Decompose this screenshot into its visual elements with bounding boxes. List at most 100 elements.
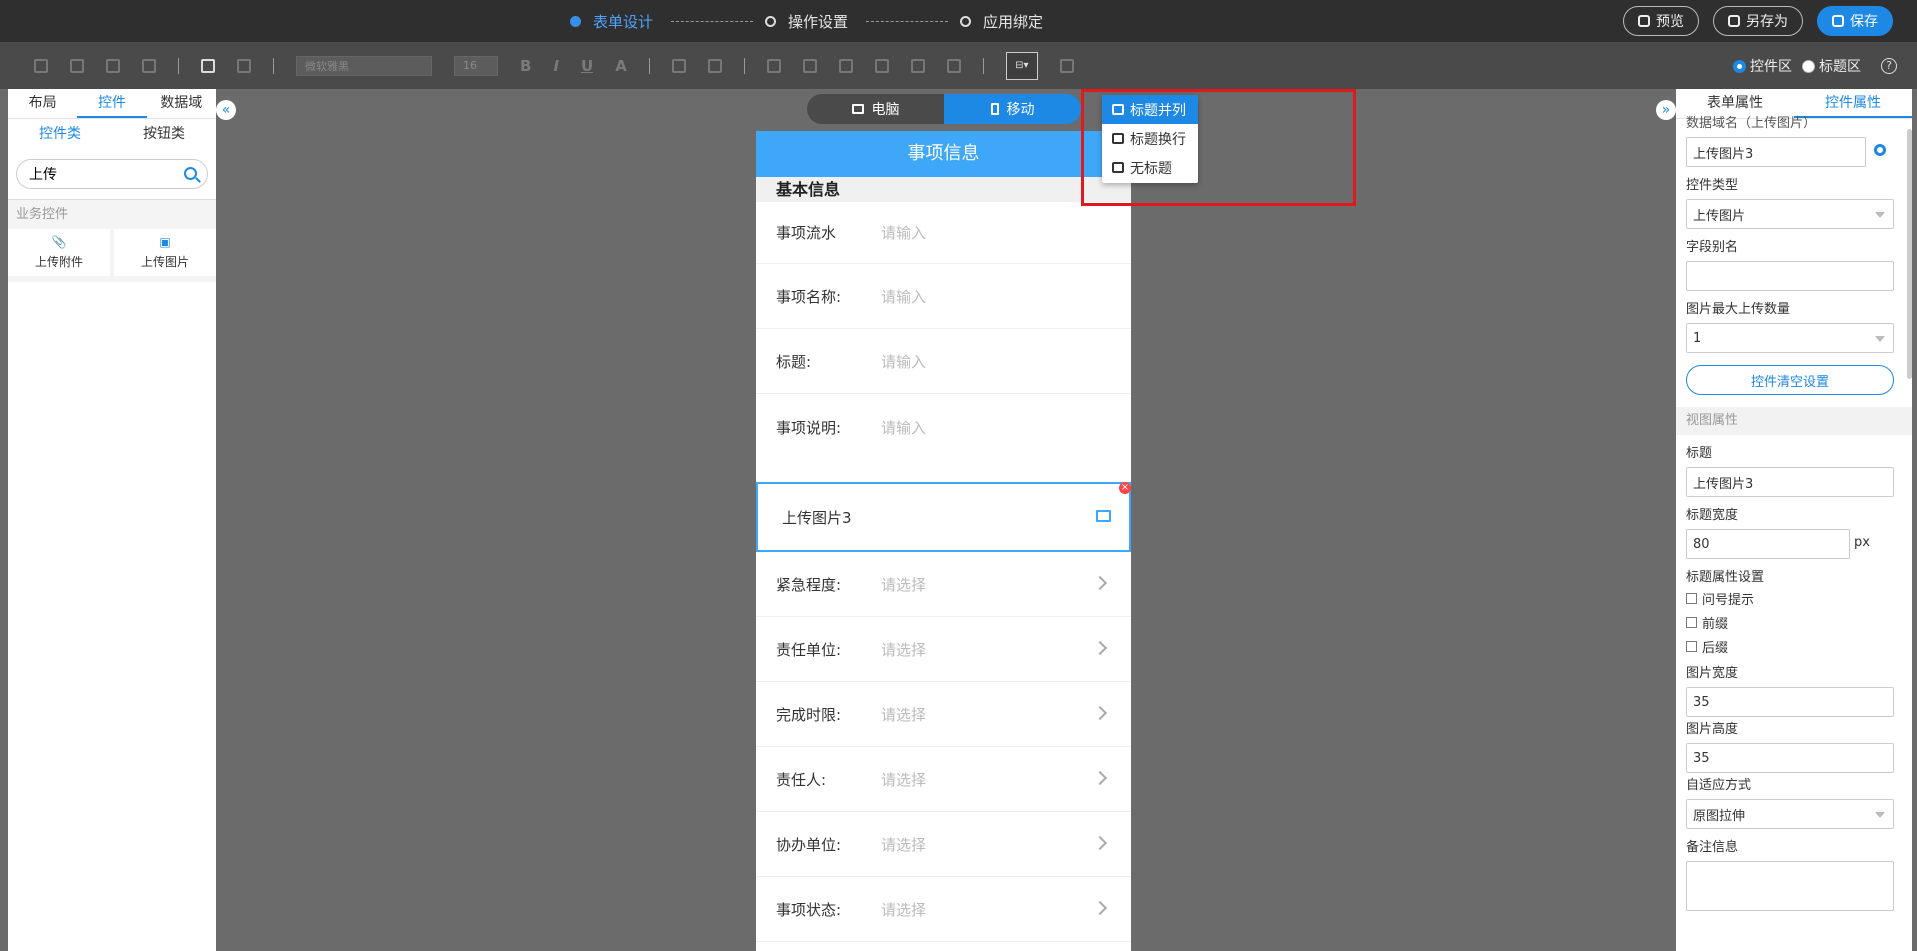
collapse-left-button[interactable]: « <box>216 100 236 120</box>
form-row-description[interactable]: 事项说明: 请输入 <box>756 394 1131 482</box>
view-properties-section: 视图属性 <box>1676 407 1912 435</box>
title-width-input[interactable]: 80 <box>1686 529 1850 559</box>
underline-icon[interactable]: U <box>581 57 593 75</box>
split-cells-icon[interactable] <box>802 58 817 73</box>
device-mobile-button[interactable]: 移动 <box>944 94 1081 124</box>
dropdown-item-title-inline[interactable]: 标题并列 <box>1102 95 1198 124</box>
fill-color-icon[interactable] <box>946 58 961 73</box>
preview-button[interactable]: 预览 <box>1623 6 1699 36</box>
clear-settings-button[interactable]: 控件清空设置 <box>1686 365 1894 395</box>
field-label: 标题: <box>776 352 812 371</box>
form-row-name[interactable]: 事项名称: 请输入 <box>756 264 1131 329</box>
img-height-input[interactable]: 35 <box>1686 743 1894 773</box>
collapse-right-button[interactable]: » <box>1656 100 1676 120</box>
step-form-design[interactable]: 表单设计 <box>570 11 653 32</box>
title-attr-label: 标题属性设置 <box>1686 570 1765 585</box>
undo-icon[interactable] <box>201 58 215 73</box>
title-layout-button[interactable]: ⊟▾ <box>1005 51 1038 80</box>
field-label: 协办单位: <box>776 835 842 854</box>
tab-datafield[interactable]: 数据域 <box>147 89 216 118</box>
paperclip-icon: 📎 <box>51 235 67 249</box>
cut-icon[interactable] <box>70 58 84 73</box>
checkbox-prefix[interactable]: 前缀 <box>1686 613 1898 632</box>
checkbox-suffix[interactable]: 后缀 <box>1686 637 1898 656</box>
title-width-label: 标题宽度 <box>1686 508 1739 523</box>
step-app-binding[interactable]: 应用绑定 <box>960 11 1043 32</box>
datafield-input[interactable]: 上传图片3 <box>1686 137 1866 167</box>
dropdown-item-no-title[interactable]: 无标题 <box>1102 153 1198 182</box>
field-placeholder: 请输入 <box>881 352 927 371</box>
fit-label: 自适应方式 <box>1686 778 1752 793</box>
fit-select[interactable]: 原图拉伸 <box>1686 799 1894 829</box>
alias-input[interactable] <box>1686 261 1894 291</box>
paste-format-icon[interactable] <box>34 58 48 73</box>
control-type-select[interactable]: 上传图片 <box>1686 199 1894 229</box>
max-upload-select[interactable]: 1 <box>1686 323 1894 353</box>
tab-layout[interactable]: 布局 <box>8 89 77 118</box>
form-row-responsible-person[interactable]: 责任人: 请选择 <box>756 747 1131 812</box>
font-color-icon[interactable]: A <box>615 57 627 75</box>
component-upload-image[interactable]: ▣ 上传图片 <box>114 229 216 276</box>
remark-textarea[interactable] <box>1686 861 1894 911</box>
form-row-title[interactable]: 标题: 请输入 <box>756 329 1131 394</box>
copy-icon[interactable] <box>106 58 120 73</box>
checkbox-question-hint[interactable]: 问号提示 <box>1686 589 1898 608</box>
radio-title-zone[interactable]: 标题区 <box>1802 56 1861 76</box>
toolbar-divider <box>743 57 745 74</box>
chevron-right-icon <box>1092 640 1108 656</box>
form-row-upload-image-selected[interactable]: 上传图片3 × <box>756 482 1131 552</box>
step-dot-icon <box>960 15 972 27</box>
preview-icon <box>1638 15 1650 27</box>
img-width-input[interactable]: 35 <box>1686 687 1894 717</box>
checkbox-icon <box>1686 592 1697 604</box>
radio-control-zone[interactable]: 控件区 <box>1733 56 1792 76</box>
chevron-right-icon <box>1092 575 1108 591</box>
align-horizontal-icon[interactable] <box>671 58 686 73</box>
border-icon[interactable] <box>910 58 925 73</box>
insert-row-icon[interactable] <box>838 58 853 73</box>
subtab-button-type[interactable]: 按钮类 <box>112 119 216 149</box>
insert-column-icon[interactable] <box>874 58 889 73</box>
component-upload-attachment[interactable]: 📎 上传附件 <box>8 229 110 276</box>
search-box <box>16 159 208 189</box>
control-type-label: 控件类型 <box>1686 178 1739 193</box>
save-as-button[interactable]: 另存为 <box>1713 6 1803 36</box>
align-vertical-icon[interactable] <box>707 58 722 73</box>
chevron-right-icon <box>1092 900 1108 916</box>
right-panel: 表单属性 控件属性 数据域名（上传图片） 上传图片3 控件类型 上传图片 字段别… <box>1676 89 1912 951</box>
step-operation-settings[interactable]: 操作设置 <box>765 11 848 32</box>
paste-icon[interactable] <box>142 58 156 73</box>
tab-control-properties[interactable]: 控件属性 <box>1794 89 1912 118</box>
redo-icon[interactable] <box>237 58 251 73</box>
field-placeholder: 请选择 <box>881 640 927 659</box>
right-panel-scrollbar[interactable] <box>1907 129 1912 379</box>
toolbar-divider <box>178 57 179 74</box>
form-row-responsible-unit[interactable]: 责任单位: 请选择 <box>756 617 1131 682</box>
font-family-select[interactable]: 微软雅黑 <box>296 55 432 76</box>
form-row-deadline[interactable]: 完成时限: 请选择 <box>756 682 1131 747</box>
style-icon[interactable] <box>1059 58 1074 73</box>
dropdown-item-title-wrap[interactable]: 标题换行 <box>1102 124 1198 153</box>
title-input[interactable]: 上传图片3 <box>1686 467 1894 497</box>
bold-icon[interactable]: B <box>520 57 531 75</box>
device-pc-button[interactable]: 电脑 <box>807 94 944 124</box>
form-row-co-unit[interactable]: 协办单位: 请选择 <box>756 812 1131 877</box>
chevron-down-icon <box>1875 336 1885 342</box>
form-row-serial[interactable]: 事项流水 请输入 <box>756 202 1131 264</box>
save-button[interactable]: 保存 <box>1817 6 1893 36</box>
delete-icon[interactable]: × <box>1119 482 1131 494</box>
tab-controls[interactable]: 控件 <box>77 89 147 118</box>
tab-form-properties[interactable]: 表单属性 <box>1676 89 1794 118</box>
datafield-picker-icon[interactable] <box>1874 144 1886 156</box>
subtab-control-type[interactable]: 控件类 <box>8 119 112 149</box>
italic-icon[interactable]: I <box>553 57 559 75</box>
form-row-urgency[interactable]: 紧急程度: 请选择 <box>756 552 1131 617</box>
search-input[interactable] <box>29 160 189 188</box>
merge-cells-icon[interactable] <box>766 58 781 73</box>
form-row-status[interactable]: 事项状态: 请选择 <box>756 877 1131 942</box>
font-size-select[interactable]: 16 <box>454 55 498 76</box>
search-icon[interactable] <box>184 167 197 180</box>
component-label: 上传图片 <box>140 255 189 269</box>
help-icon[interactable]: ? <box>1881 57 1897 74</box>
left-tabs: 布局 控件 数据域 <box>8 89 216 119</box>
